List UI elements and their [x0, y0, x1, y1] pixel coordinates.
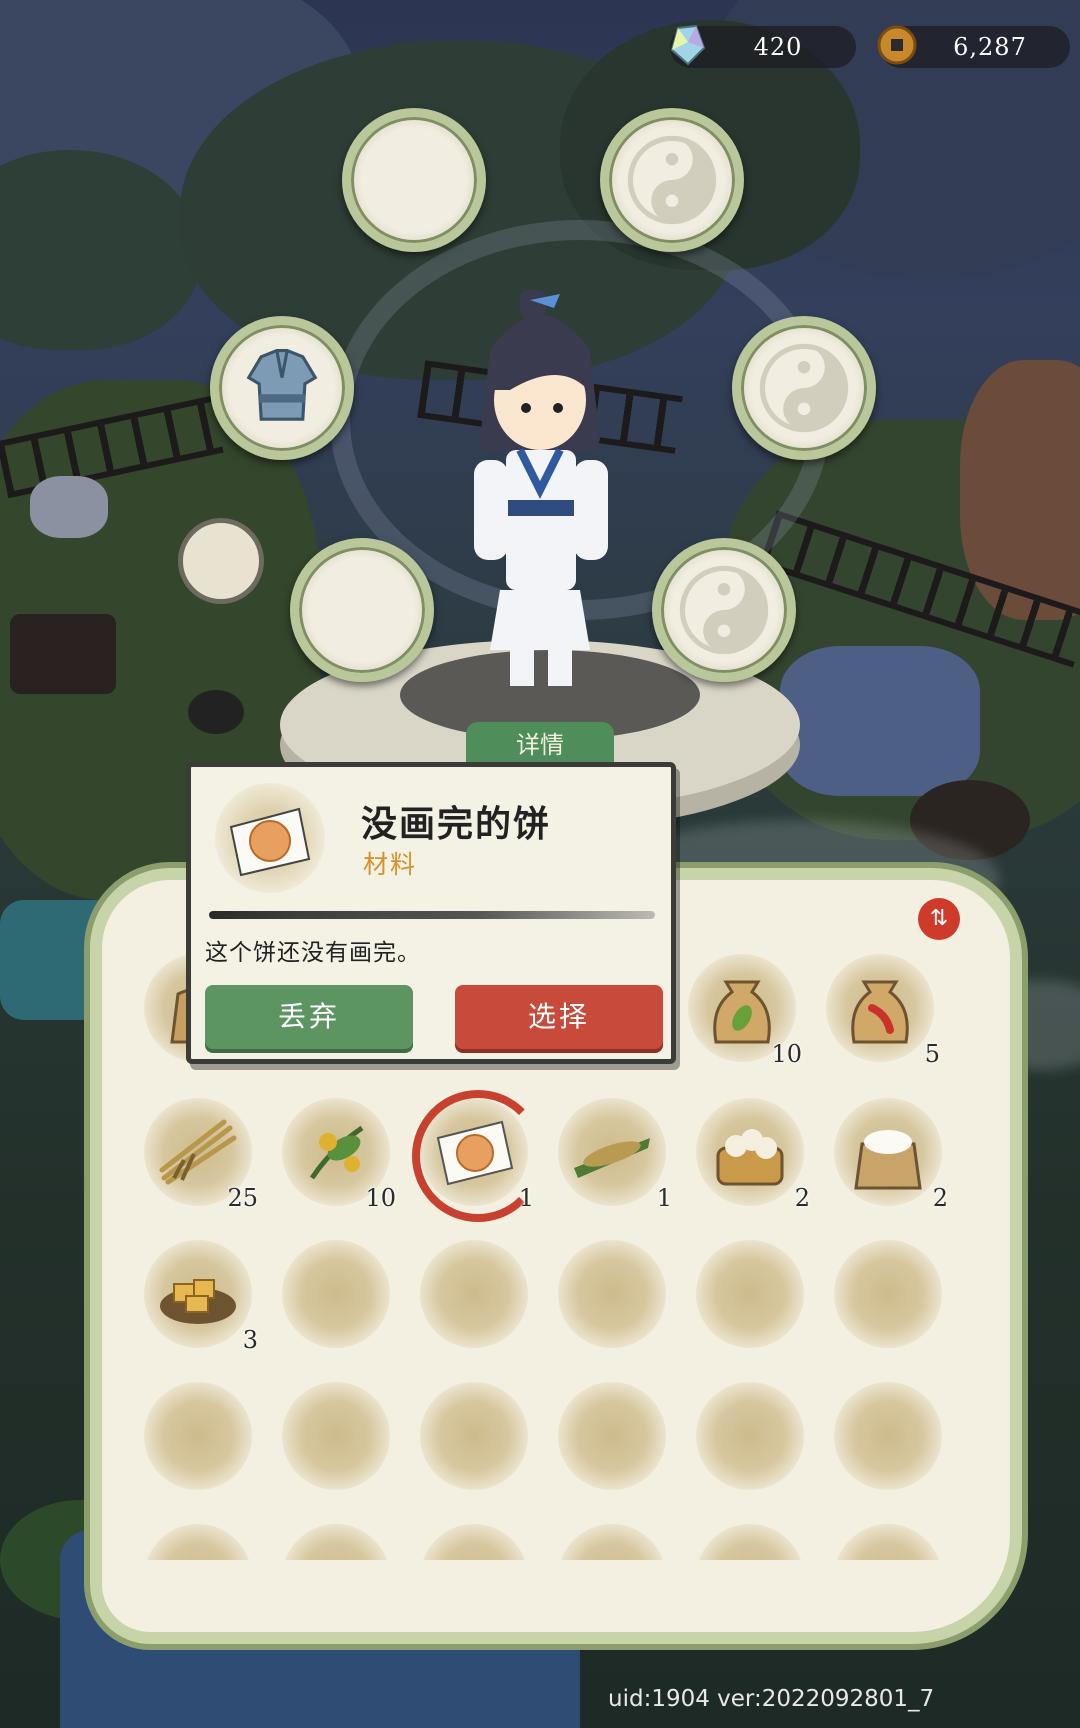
hero-character[interactable] [450, 290, 630, 700]
item-count: 3 [242, 1326, 258, 1354]
steamed-buns-icon [716, 1129, 784, 1186]
empty-inventory-slot[interactable] [278, 1378, 394, 1494]
brush-divider [209, 911, 655, 919]
equip-slot-mid-right[interactable] [732, 316, 876, 460]
equip-slot-bottom-left[interactable] [290, 538, 434, 682]
empty-inventory-slot[interactable] [278, 1520, 394, 1560]
equip-slot-armor[interactable] [210, 316, 354, 460]
empty-inventory-slot[interactable] [692, 1520, 808, 1560]
bagua-platform [780, 646, 980, 796]
item-name: 没画完的饼 [361, 803, 552, 845]
inventory-slot-selected[interactable]: 1 [412, 1090, 544, 1222]
unfinished-pancake-icon [229, 807, 311, 877]
item-preview [215, 783, 325, 893]
gem-amount: 420 [753, 33, 803, 61]
empty-inventory-slot[interactable] [140, 1378, 256, 1494]
fish-on-leaf-icon [574, 1138, 650, 1178]
empty-inventory-slot[interactable] [830, 1378, 946, 1494]
empty-inventory-slot[interactable] [416, 1236, 532, 1352]
item-detail-popup: 没画完的饼 材料 这个饼还没有画完。 丢弃 选择 [186, 762, 676, 1064]
cooking-bubble [178, 518, 264, 604]
inventory-slot[interactable]: 3 [140, 1236, 258, 1354]
empty-inventory-slot[interactable] [416, 1520, 532, 1560]
item-count: 1 [656, 1184, 672, 1212]
inventory-slot[interactable]: 10 [684, 950, 802, 1068]
item-count: 2 [932, 1184, 948, 1212]
empty-inventory-slot[interactable] [554, 1520, 670, 1560]
stone-well [30, 476, 108, 538]
equip-slot-top-right[interactable] [600, 108, 744, 252]
empty-inventory-slot[interactable] [554, 1378, 670, 1494]
item-count: 2 [794, 1184, 810, 1212]
coin-amount: 6,287 [953, 33, 1027, 61]
gem-counter[interactable]: 420 [670, 24, 856, 68]
unfinished-pancake-icon [436, 1120, 514, 1186]
tofu-plate-icon [160, 1279, 236, 1324]
empty-inventory-slot[interactable] [830, 1520, 946, 1560]
empty-inventory-slot[interactable] [692, 1378, 808, 1494]
coin-counter[interactable]: 6,287 [877, 25, 1070, 68]
inventory-slot[interactable]: 25 [140, 1094, 258, 1212]
yin-yang-placeholder-icon [627, 135, 717, 225]
seed-bag-pea-icon [713, 980, 771, 1044]
inventory-slot[interactable]: 5 [822, 950, 940, 1068]
inventory-slot[interactable]: 1 [554, 1094, 672, 1212]
empty-inventory-slot[interactable] [554, 1236, 670, 1352]
item-count: 1 [518, 1184, 534, 1212]
equip-slot-top-left[interactable] [342, 108, 486, 252]
wooden-crate [10, 614, 116, 694]
empty-inventory-slot[interactable] [278, 1236, 394, 1352]
version-label: uid:1904 ver:2022092801_7 [608, 1686, 935, 1712]
flour-sack-icon [854, 1130, 922, 1190]
yin-yang-placeholder-icon [759, 343, 849, 433]
details-tab[interactable]: 详情 [466, 722, 614, 766]
equip-slot-bottom-right[interactable] [652, 538, 796, 682]
item-category: 材料 [363, 850, 418, 879]
inventory-slot[interactable]: 2 [692, 1094, 810, 1212]
crystal-gem-icon [670, 24, 706, 66]
inventory-slot[interactable]: 10 [278, 1094, 396, 1212]
seed-bag-chili-icon [851, 980, 909, 1044]
item-count: 10 [365, 1184, 396, 1212]
herb-flower-icon [309, 1125, 364, 1180]
blue-armor-icon [246, 349, 318, 421]
empty-inventory-slot[interactable] [416, 1378, 532, 1494]
item-count: 10 [771, 1040, 802, 1068]
select-button[interactable]: 选择 [455, 985, 663, 1049]
empty-inventory-slot[interactable] [692, 1236, 808, 1352]
discard-button[interactable]: 丢弃 [205, 985, 413, 1049]
inventory-slot[interactable]: 2 [830, 1094, 948, 1212]
yin-yang-placeholder-icon [679, 565, 769, 655]
item-count: 5 [924, 1040, 940, 1068]
item-description: 这个饼还没有画完。 [205, 940, 421, 966]
empty-inventory-slot[interactable] [830, 1236, 946, 1352]
cooking-pot [188, 690, 244, 734]
item-count: 25 [227, 1184, 258, 1212]
empty-inventory-slot[interactable] [140, 1520, 256, 1560]
inventory-row-partial [130, 1516, 970, 1560]
copper-coin-icon [877, 25, 917, 65]
wheat-bundle-icon [159, 1119, 237, 1185]
